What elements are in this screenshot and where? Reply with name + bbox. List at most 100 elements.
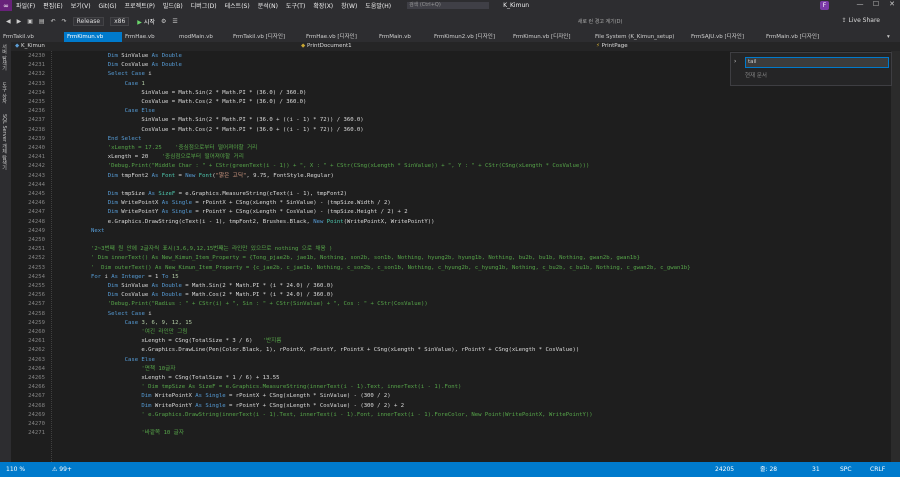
code-line[interactable]: 24263 Case Else bbox=[11, 356, 891, 365]
start-button[interactable]: ▶ 시작 bbox=[137, 17, 155, 26]
project-dropdown[interactable]: ◆ K_Kimun bbox=[15, 42, 295, 51]
tab-doc-12[interactable]: FrmMain.vb [디자인] bbox=[763, 32, 846, 42]
tab-doc-4[interactable]: modMain.vb bbox=[176, 32, 231, 42]
toolbox-tab[interactable]: 도구 상자 bbox=[1, 82, 8, 104]
code-line[interactable]: 24246 Dim WritePointX As Single = rPointX… bbox=[11, 199, 891, 208]
sql-explorer-tab[interactable]: SQL Server 개체 탐색기 bbox=[1, 114, 8, 170]
code-line[interactable]: 24234 SinValue = Math.Sin(2 * Math.PI * (… bbox=[11, 89, 891, 98]
code-line[interactable]: 24237 SinValue = Math.Sin(2 * Math.PI * (… bbox=[11, 116, 891, 125]
server-explorer-tab[interactable]: 서버 탐색기 bbox=[1, 44, 8, 71]
profile-avatar[interactable]: F bbox=[820, 1, 829, 10]
code-token: 3, 6, 9, 12, 15 bbox=[141, 319, 192, 326]
code-line[interactable]: 24247 Dim WritePointY As Single = rPointY… bbox=[11, 208, 891, 217]
menu-analyze[interactable]: 분석(N) bbox=[258, 3, 278, 10]
menu-window[interactable]: 창(W) bbox=[341, 3, 357, 10]
tab-doc-1[interactable]: FrmTakil.vb bbox=[0, 32, 65, 42]
expand-replace-icon[interactable]: › bbox=[734, 58, 736, 65]
code-token: CosValue = Math.Cos(2 * Math.PI * (36.0 … bbox=[141, 126, 364, 133]
code-line[interactable]: 24242 'Debug.Print("Middle Char : " + CSt… bbox=[11, 162, 891, 171]
code-line[interactable]: 24258 Select Case i bbox=[11, 310, 891, 319]
menu-file[interactable]: 파일(F) bbox=[16, 3, 35, 10]
code-line[interactable]: 24264 '면책 10글자 bbox=[11, 365, 891, 374]
code-line[interactable]: 24249 Next bbox=[11, 227, 891, 236]
tab-doc-8[interactable]: FrmKimun2.vb [디자인] bbox=[431, 32, 512, 42]
code-line[interactable]: 24257 'Debug.Print("Radius : " + CStr(i) … bbox=[11, 300, 891, 309]
menu-git[interactable]: Git(G) bbox=[99, 3, 117, 10]
code-line[interactable]: 24236 Case Else bbox=[11, 107, 891, 116]
code-line[interactable]: 24254 For i As Integer = 1 To 15 bbox=[11, 273, 891, 282]
back-icon[interactable]: ◀ bbox=[6, 18, 11, 25]
menu-debug[interactable]: 디버그(D) bbox=[191, 3, 217, 10]
code-line[interactable]: 24243 Dim tmpFont2 As Font = New Font("맑은… bbox=[11, 172, 891, 181]
vertical-scrollbar[interactable] bbox=[891, 51, 900, 462]
code-line[interactable]: 24245 Dim tmpSize As SizeF = e.Graphics.M… bbox=[11, 190, 891, 199]
tab-overflow-icon[interactable]: ▾ bbox=[884, 32, 900, 42]
maximize-icon[interactable]: ☐ bbox=[868, 0, 884, 8]
menu-extensions[interactable]: 확장(X) bbox=[313, 3, 333, 10]
menu-edit[interactable]: 편집(E) bbox=[43, 3, 63, 10]
tab-doc-9[interactable]: FrmKimun.vb [디자인] bbox=[510, 32, 593, 42]
find-input[interactable]: tail bbox=[745, 57, 889, 68]
code-line[interactable]: 24267 Dim WritePointX As Single = rPointX… bbox=[11, 392, 891, 401]
code-line[interactable]: 24266 ' Dim tmpSize As SizeF = e.Graphics… bbox=[11, 383, 891, 392]
zoom-level[interactable]: 110 % bbox=[6, 462, 25, 477]
menu-view[interactable]: 보기(V) bbox=[71, 3, 91, 10]
code-line[interactable]: 24251 '2~3번째 원 안에 2글자씩 표시(3,6,9,12,15번째는 … bbox=[11, 245, 891, 254]
code-line[interactable]: 24255 Dim SinValue As Double = Math.Sin(2… bbox=[11, 282, 891, 291]
code-line[interactable]: 24256 Dim CosValue As Double = Math.Cos(2… bbox=[11, 291, 891, 300]
code-editor[interactable]: 24230 Dim SinValue As Double 24231 Dim CosV… bbox=[11, 51, 891, 462]
undo-icon[interactable]: ↶ bbox=[51, 18, 56, 25]
code-token: Dim bbox=[107, 209, 122, 216]
close-icon[interactable]: ✕ bbox=[884, 0, 900, 8]
find-scope[interactable]: 현재 문서 bbox=[745, 71, 767, 79]
code-line[interactable]: 24248 e.Graphics.DrawString(cText(i - 1),… bbox=[11, 218, 891, 227]
line-ending: CRLF bbox=[870, 466, 886, 473]
save-icon[interactable]: ▤ bbox=[39, 18, 45, 25]
code-line[interactable]: 24253 ' Dim outerText() As New_Kimun_Item… bbox=[11, 264, 891, 273]
object-dropdown[interactable]: ◆ PrintDocument1 bbox=[301, 42, 591, 51]
menu-test[interactable]: 테스트(S) bbox=[225, 3, 250, 10]
code-line[interactable]: 24265 xLength = CSng(TotalSize * 1 / 6) +… bbox=[11, 374, 891, 383]
code-line[interactable]: 24270 bbox=[11, 420, 891, 429]
toolbar-icon-a[interactable]: ⚙ bbox=[161, 18, 166, 25]
new-file-icon[interactable]: ▣ bbox=[27, 18, 33, 25]
menu-help[interactable]: 도움말(H) bbox=[365, 3, 391, 10]
code-line[interactable]: 24238 CosValue = Math.Cos(2 * Math.PI * (… bbox=[11, 126, 891, 135]
tab-doc-6[interactable]: FrmHae.vb [디자인] bbox=[303, 32, 378, 42]
code-token: End Select bbox=[107, 135, 142, 142]
issues-indicator[interactable]: ⚠ 99+ bbox=[52, 462, 72, 477]
code-line[interactable]: 24268 Dim WritePointY As Single = rPointY… bbox=[11, 402, 891, 411]
tab-doc-2-active[interactable]: FrmKimun.vb bbox=[64, 32, 122, 42]
redo-icon[interactable]: ↷ bbox=[62, 18, 67, 25]
tab-doc-3[interactable]: FrmHae.vb bbox=[122, 32, 177, 42]
search-input[interactable]: 검색 (Ctrl+Q) bbox=[407, 2, 490, 9]
code-line[interactable]: 24250 bbox=[11, 236, 891, 245]
tab-doc-7[interactable]: FrmMain.vb bbox=[376, 32, 433, 42]
code-line[interactable]: 24239 End Select bbox=[11, 135, 891, 144]
platform-dropdown[interactable]: x86 bbox=[110, 17, 130, 26]
code-line[interactable]: 24271 '바깥쪽 10 글자 bbox=[11, 429, 891, 438]
minimize-icon[interactable]: — bbox=[852, 0, 868, 8]
code-line[interactable]: 24259 Case 3, 6, 9, 12, 15 bbox=[11, 319, 891, 328]
code-line[interactable]: 24262 e.Graphics.DrawLine(Pen(Color.Black… bbox=[11, 346, 891, 355]
tab-doc-11[interactable]: FrmSAJU.vb [디자인] bbox=[688, 32, 765, 42]
code-line[interactable]: 24269 ' e.Graphics.DrawString(innerText(i… bbox=[11, 411, 891, 420]
code-line[interactable]: 24260 '여긴 라인만 그림 bbox=[11, 328, 891, 337]
code-line[interactable]: 24240 'xLength = 17.25 '중심점으로부터 떨어져야할 거리 bbox=[11, 144, 891, 153]
toolbar-icon-b[interactable]: ☰ bbox=[172, 18, 177, 25]
menu-build[interactable]: 빌드(B) bbox=[163, 3, 183, 10]
tab-doc-5[interactable]: FrmTakil.vb [디자인] bbox=[230, 32, 305, 42]
tab-doc-10[interactable]: File System (K_Kimun_setup) bbox=[592, 32, 689, 42]
menu-tools[interactable]: 도구(T) bbox=[286, 3, 305, 10]
method-dropdown[interactable]: ⚡ PrintPage bbox=[596, 42, 886, 51]
menu-project[interactable]: 프로젝트(P) bbox=[125, 3, 155, 10]
code-line[interactable]: 24235 CosValue = Math.Cos(2 * Math.PI * (… bbox=[11, 98, 891, 107]
code-line[interactable]: 24252 ' Dim innerText() As New_Kimun_Item… bbox=[11, 254, 891, 263]
code-line[interactable]: 24244 bbox=[11, 181, 891, 190]
config-dropdown[interactable]: Release bbox=[72, 17, 105, 26]
code-token: SinValue bbox=[121, 53, 152, 59]
forward-icon[interactable]: ▶ bbox=[17, 18, 22, 25]
live-share-button[interactable]: ⇪ Live Share bbox=[842, 17, 880, 24]
code-line[interactable]: 24241 xLength = 20 '중심점으로부터 떨어져야할 거리 bbox=[11, 153, 891, 162]
code-line[interactable]: 24261 xLength = CSng(TotalSize * 3 / 6) '… bbox=[11, 337, 891, 346]
